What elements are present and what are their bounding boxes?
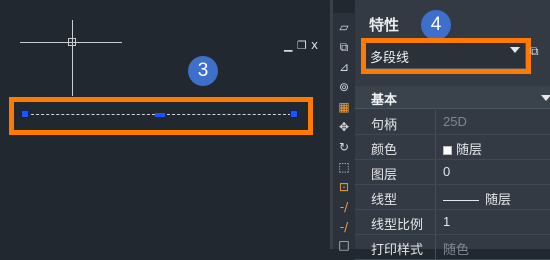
property-value-wrap: 随层 (443, 189, 511, 208)
step-badge-3: 3 (188, 56, 218, 86)
property-label: 颜色 (371, 142, 398, 157)
mirror-icon[interactable]: ⊿ (336, 59, 352, 75)
minimize-button[interactable]: ▁ (284, 40, 292, 52)
property-label: 句柄 (371, 117, 398, 132)
eraser-icon[interactable]: ▱ (336, 19, 352, 35)
row-divider (435, 185, 436, 209)
property-row-color[interactable]: 颜色 随层 (355, 135, 550, 160)
row-divider (435, 110, 436, 134)
property-row-handle[interactable]: 句柄 25D (355, 110, 550, 135)
row-divider (435, 235, 436, 259)
property-value: 0 (443, 164, 451, 179)
property-value: 随层 (485, 192, 512, 207)
grip-start[interactable] (21, 110, 29, 118)
quick-select-icon[interactable]: ⧉ (530, 44, 539, 59)
restore-button[interactable]: ❐ (297, 40, 307, 52)
extend-icon[interactable]: -/ (336, 219, 352, 235)
property-label: 线型比例 (371, 217, 424, 232)
offset-icon[interactable]: ⊚ (336, 79, 352, 95)
property-row-layer[interactable]: 图层 0 (355, 160, 550, 185)
crosshair-vertical (72, 20, 73, 96)
color-swatch (443, 146, 452, 156)
property-value-wrap: 随层 (443, 139, 482, 158)
linetype-preview (443, 200, 479, 202)
row-divider (435, 210, 436, 234)
row-divider (435, 135, 436, 159)
row-divider (435, 160, 436, 184)
close-button[interactable]: x (311, 39, 318, 51)
grip-end[interactable] (290, 110, 298, 118)
grip-midpoint[interactable] (155, 113, 165, 117)
section-collapse-icon[interactable] (541, 95, 550, 101)
property-label: 线型 (371, 192, 398, 207)
highlight-type-select (361, 38, 531, 74)
trim-icon[interactable]: -/ (336, 199, 352, 215)
property-value: 1 (443, 214, 451, 229)
property-value: 随层 (456, 142, 483, 157)
copy-icon[interactable]: ⧉ (336, 39, 352, 55)
property-row-linetype[interactable]: 线型 随层 (355, 185, 550, 210)
crosshair-pickbox (68, 38, 76, 46)
step-badge-4: 4 (421, 10, 451, 40)
stretch-icon[interactable]: ⊡ (336, 179, 352, 195)
property-row-linetype-scale[interactable]: 线型比例 1 (355, 210, 550, 235)
property-label: 图层 (371, 167, 398, 182)
modify-toolbar: ▱ ⧉ ⊿ ⊚ ▦ ✥ ↻ ⬚ ⊡ -/ -/ □ (332, 13, 355, 252)
panel-title: 特性 (369, 17, 400, 34)
break-icon[interactable]: □ (336, 237, 352, 253)
section-label: 基本 (371, 92, 398, 107)
scale-icon[interactable]: ⬚ (336, 159, 352, 175)
property-value: 25D (443, 114, 467, 129)
array-icon[interactable]: ▦ (336, 99, 352, 115)
rotate-icon[interactable]: ↻ (336, 139, 352, 155)
property-row-plot-style[interactable]: 打印样式 随色 (355, 235, 550, 260)
move-icon[interactable]: ✥ (336, 119, 352, 135)
